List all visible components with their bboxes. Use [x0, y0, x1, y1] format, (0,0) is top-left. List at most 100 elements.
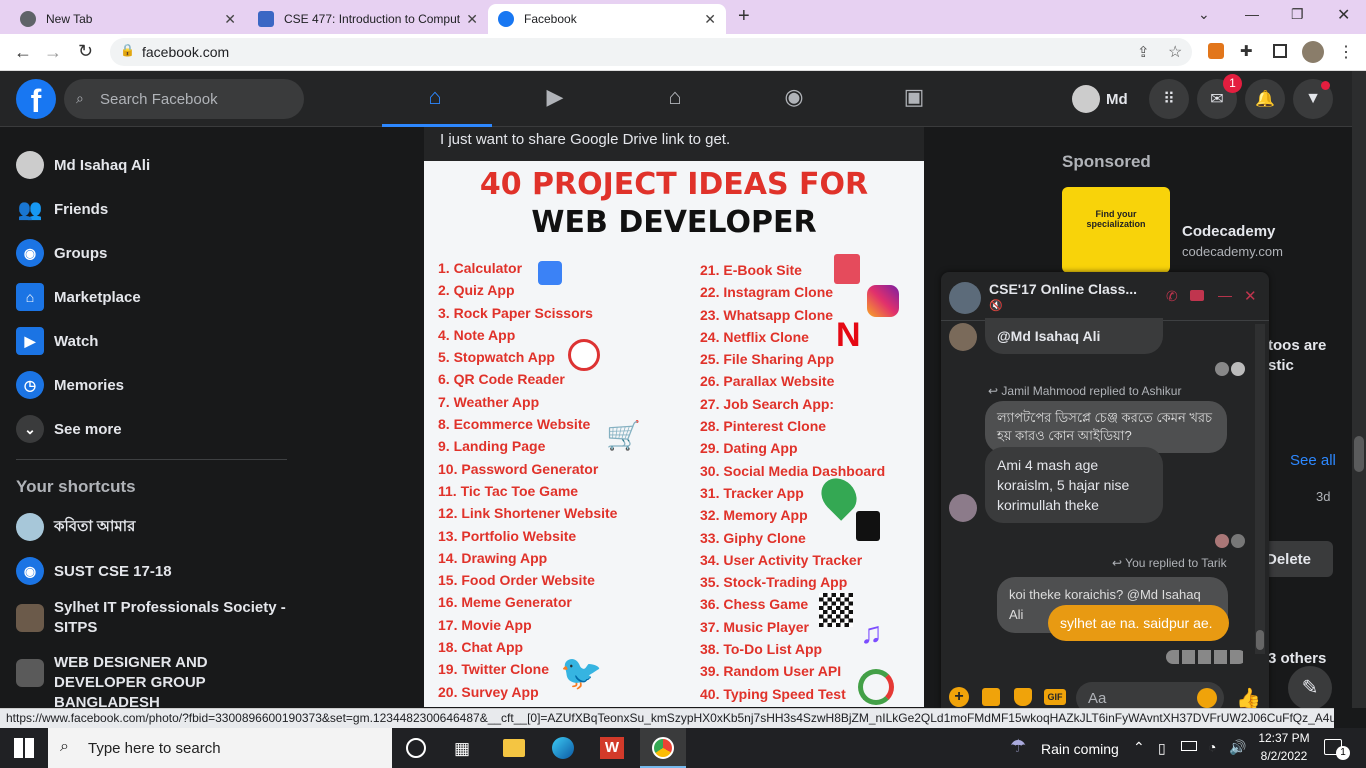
partial-text: stic: [1268, 357, 1294, 374]
emoji-icon[interactable]: [1197, 688, 1217, 708]
sidebar-item-marketplace[interactable]: ⌂ Marketplace: [16, 275, 141, 319]
clock-time[interactable]: 12:37 PM: [1256, 731, 1312, 745]
shortcut-label: WEB DESIGNER AND DEVELOPER GROUP BANGLAD…: [54, 654, 208, 711]
maximize-icon[interactable]: ❐: [1291, 6, 1304, 23]
tab-cse477[interactable]: CSE 477: Introduction to Comput ✕: [248, 4, 488, 34]
project-label: Typing Speed Test: [723, 685, 846, 702]
plus-icon[interactable]: +: [949, 687, 969, 707]
reload-icon[interactable]: ↻: [78, 41, 93, 62]
back-icon[interactable]: ←: [14, 42, 32, 63]
chat-title[interactable]: CSE'17 Online Class...: [989, 281, 1137, 297]
scrollbar-thumb[interactable]: [1354, 436, 1364, 472]
avatar[interactable]: [1072, 85, 1100, 113]
file-explorer-icon[interactable]: [503, 739, 525, 757]
group-avatar[interactable]: [949, 282, 981, 314]
project-number: 27.: [700, 395, 724, 412]
sidebar-item-friends[interactable]: 👥 Friends: [16, 187, 109, 231]
shortcut-sitps[interactable]: Sylhet IT Professionals Society - SITPS: [16, 598, 286, 642]
chevron-up-icon[interactable]: ⌃: [1133, 739, 1145, 756]
new-message-icon[interactable]: ✎: [1288, 666, 1332, 710]
extensions-icon[interactable]: ✚: [1240, 42, 1253, 60]
home-icon[interactable]: ⌂: [421, 84, 449, 112]
groups-icon: ◉: [16, 557, 44, 585]
chevron-down-icon[interactable]: ⌄: [1198, 6, 1210, 23]
device-icon[interactable]: ▯: [1158, 740, 1166, 757]
ad-name[interactable]: Codecademy: [1182, 223, 1275, 240]
metamask-icon[interactable]: [1208, 43, 1224, 59]
shortcut-web-designer[interactable]: WEB DESIGNER AND DEVELOPER GROUP BANGLAD…: [16, 653, 296, 711]
wifi-icon[interactable]: ◔: [1208, 739, 1216, 755]
project-label: Netflix Clone: [723, 328, 809, 345]
notifications-icon[interactable]: 🔔: [1245, 79, 1285, 119]
divider: [16, 459, 287, 460]
cortana-icon[interactable]: [406, 738, 426, 758]
gif-icon[interactable]: GIF: [1044, 689, 1066, 705]
sidebar-item-groups[interactable]: ◉ Groups: [16, 231, 107, 275]
sidepanel-icon[interactable]: [1273, 44, 1287, 58]
reply-label: ↩ Jamil Mahmood replied to Ashikur: [988, 384, 1182, 398]
forward-icon[interactable]: →: [44, 42, 62, 63]
close-icon[interactable]: ✕: [224, 11, 236, 28]
shortcuts-heading: Your shortcuts: [16, 477, 136, 496]
chat-scrollbar-thumb[interactable]: [1256, 630, 1264, 650]
url-field[interactable]: 🔒 facebook.com: [110, 38, 1192, 66]
close-icon[interactable]: ✕: [466, 11, 478, 28]
close-chat-icon[interactable]: ✕: [1244, 287, 1257, 305]
star-icon[interactable]: ☆: [1168, 42, 1182, 62]
taskbar-search-input[interactable]: ⌕ Type here to search: [48, 728, 392, 768]
project-item: 39. Random User API: [700, 660, 885, 682]
clock-date[interactable]: 8/2/2022: [1256, 749, 1312, 763]
weather-text[interactable]: Rain coming: [1041, 741, 1119, 757]
facebook-logo[interactable]: f: [16, 79, 56, 119]
read-receipts: [1215, 534, 1245, 548]
sidebar-item-memories[interactable]: ◷ Memories: [16, 363, 124, 407]
sidebar-item-watch[interactable]: ▶ Watch: [16, 319, 98, 363]
reply-label-text: Jamil Mahmood replied to Ashikur: [1001, 384, 1182, 398]
marketplace-icon[interactable]: ⌂: [661, 84, 689, 112]
weather-icon[interactable]: ☂: [1010, 736, 1026, 757]
scrollbar[interactable]: [1352, 71, 1366, 708]
project-label: Parallax Website: [723, 373, 835, 390]
chat-scrollbar[interactable]: [1255, 324, 1265, 654]
delete-button[interactable]: Delete: [1258, 541, 1333, 577]
shortcut-label: Sylhet IT Professionals Society - SITPS: [54, 599, 286, 636]
menu-icon[interactable]: ⋮: [1338, 42, 1354, 62]
task-view-icon[interactable]: ▦: [454, 739, 470, 759]
sidebar-item-label: Friends: [54, 200, 109, 218]
search-input[interactable]: ⌕ Search Facebook: [64, 79, 304, 119]
shortcut-kobita[interactable]: কবিতা আমার: [16, 505, 135, 549]
see-all-link[interactable]: See all: [1290, 452, 1336, 469]
video-icon[interactable]: [1190, 290, 1204, 301]
volume-icon[interactable]: 🔊: [1229, 739, 1246, 756]
menu-grid-icon[interactable]: ⠿: [1149, 79, 1189, 119]
minimize-icon[interactable]: —: [1245, 6, 1259, 22]
profile-name[interactable]: Md: [1106, 91, 1128, 108]
sidebar-item-see-more[interactable]: ⌄ See more: [16, 407, 122, 451]
project-number: 9.: [438, 438, 454, 455]
minimize-chat-icon[interactable]: —: [1218, 287, 1232, 303]
photo-icon[interactable]: [982, 688, 1000, 706]
post-image[interactable]: 40 PROJECT IDEAS FOR WEB DEVELOPER 1. Ca…: [424, 161, 924, 707]
groups-icon[interactable]: ◉: [780, 84, 808, 112]
tab-facebook[interactable]: Facebook ✕: [488, 4, 726, 34]
battery-icon[interactable]: [1181, 741, 1197, 751]
new-tab-icon[interactable]: +: [738, 5, 750, 28]
gaming-icon[interactable]: ▣: [900, 84, 928, 112]
sticker-icon[interactable]: [1014, 688, 1032, 706]
window-close-icon[interactable]: ✕: [1337, 5, 1350, 25]
windows-start-icon[interactable]: [14, 738, 34, 758]
project-number: 30.: [700, 462, 724, 479]
sidebar-item-profile[interactable]: Md Isahaq Ali: [16, 143, 150, 187]
ad-image[interactable]: Find your specialization: [1062, 187, 1170, 273]
share-icon[interactable]: ⇪: [1137, 43, 1150, 61]
shortcut-sust[interactable]: ◉ SUST CSE 17-18: [16, 549, 172, 593]
edge-icon[interactable]: [552, 737, 574, 759]
project-label: Instagram Clone: [723, 284, 834, 301]
avatar[interactable]: [1302, 41, 1324, 63]
watch-icon[interactable]: ▶: [541, 84, 569, 112]
close-icon[interactable]: ✕: [704, 11, 716, 28]
phone-icon[interactable]: ✆: [1166, 288, 1178, 305]
wps-icon[interactable]: W: [600, 737, 624, 759]
sidebar-item-label: Watch: [54, 332, 99, 350]
tab-new-tab[interactable]: New Tab ✕: [10, 4, 246, 34]
